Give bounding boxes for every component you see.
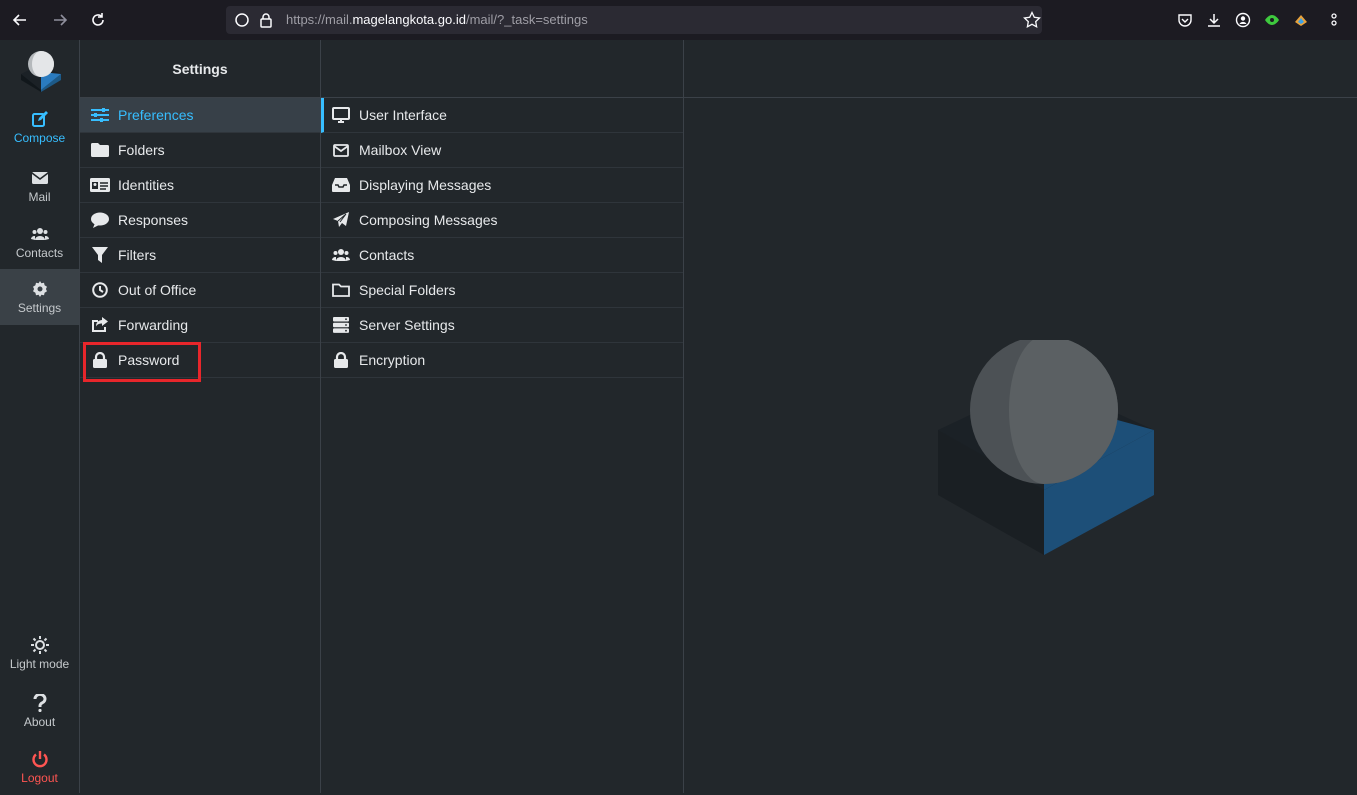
pref-item-label: Composing Messages (359, 212, 498, 228)
about-button[interactable]: About (0, 683, 79, 739)
browser-toolbar: https://mail.magelangkota.go.id/mail/?_t… (0, 0, 1357, 40)
pref-item-displaying-messages[interactable]: Displaying Messages (321, 168, 683, 203)
folder-icon (90, 141, 110, 159)
roundcube-watermark-logo (936, 336, 1156, 560)
menu-item-label: Folders (118, 142, 165, 158)
menu-item-label: Responses (118, 212, 189, 228)
download-icon[interactable] (1204, 10, 1224, 30)
extension-green-icon[interactable] (1262, 10, 1282, 30)
bookmark-star-icon[interactable] (1022, 10, 1042, 30)
pref-item-label: Special Folders (359, 282, 456, 298)
pref-item-server-settings[interactable]: Server Settings (321, 308, 683, 343)
url-text: https://mail.magelangkota.go.id/mail/?_t… (286, 12, 588, 27)
menu-item-label: Identities (118, 177, 175, 193)
about-label: About (23, 715, 56, 729)
address-bar[interactable]: https://mail.magelangkota.go.id/mail/?_t… (226, 6, 1042, 34)
folder-outline-icon (331, 281, 351, 299)
envelope-icon (331, 141, 351, 159)
pref-item-label: User Interface (359, 107, 447, 123)
users-icon (30, 224, 50, 244)
pref-item-composing-messages[interactable]: Composing Messages (321, 203, 683, 238)
menu-item-label: Preferences (118, 107, 194, 123)
pref-item-user-interface[interactable]: User Interface (321, 98, 683, 133)
preferences-header (321, 40, 683, 98)
paper-plane-icon (331, 211, 351, 229)
users-icon (331, 246, 351, 264)
lock-icon (256, 10, 276, 30)
settings-header: Settings (80, 40, 320, 98)
menu-item-label: Password (118, 352, 180, 368)
inbox-icon (331, 176, 351, 194)
reload-icon[interactable] (86, 8, 110, 32)
menu-item-label: Filters (118, 247, 157, 263)
menu-item-label: Forwarding (118, 317, 189, 333)
taskbar: Compose Mail Contacts Settings Light mod (0, 40, 80, 793)
power-icon (30, 749, 50, 769)
account-icon[interactable] (1233, 10, 1253, 30)
menu-item-folders[interactable]: Folders (80, 133, 320, 168)
menu-item-out-of-office[interactable]: Out of Office (80, 273, 320, 308)
server-icon (331, 316, 351, 334)
menu-item-forwarding[interactable]: Forwarding (80, 308, 320, 343)
mail-label: Mail (28, 190, 51, 204)
pref-item-special-folders[interactable]: Special Folders (321, 273, 683, 308)
pref-item-label: Server Settings (359, 317, 455, 333)
pref-item-encryption[interactable]: Encryption (321, 343, 683, 378)
forward-arrow-icon[interactable] (48, 8, 72, 32)
comment-icon (90, 211, 110, 229)
lock-icon (90, 351, 110, 369)
menu-item-password[interactable]: Password (80, 343, 320, 378)
menu-item-preferences[interactable]: Preferences (80, 98, 320, 133)
mail-button[interactable]: Mail (0, 158, 79, 214)
pref-item-label: Displaying Messages (359, 177, 492, 193)
compose-button[interactable]: Compose (0, 99, 79, 155)
menu-item-label: Out of Office (118, 282, 197, 298)
pref-item-label: Mailbox View (359, 142, 442, 158)
roundcube-logo[interactable] (17, 46, 65, 94)
contacts-button[interactable]: Contacts (0, 214, 79, 270)
content-header (684, 40, 1357, 98)
menu-item-responses[interactable]: Responses (80, 203, 320, 238)
roundcube-app: Compose Mail Contacts Settings Light mod (0, 40, 1357, 793)
light-mode-label: Light mode (9, 657, 70, 671)
share-icon (90, 316, 110, 334)
envelope-icon (30, 168, 50, 188)
logout-label: Logout (21, 771, 58, 785)
question-icon (30, 693, 50, 713)
pref-item-mailbox-view[interactable]: Mailbox View (321, 133, 683, 168)
preferences-list: User Interface Mailbox View Displaying M… (321, 40, 684, 793)
compose-label: Compose (13, 131, 66, 145)
settings-sidebar: Settings Preferences Folders Identities … (80, 40, 321, 793)
settings-button[interactable]: Settings (0, 269, 79, 325)
pref-item-label: Contacts (359, 247, 415, 263)
gear-icon (30, 279, 50, 299)
lock-icon (331, 351, 351, 369)
sun-icon (30, 635, 50, 655)
sliders-icon (90, 106, 110, 124)
pref-item-contacts[interactable]: Contacts (321, 238, 683, 273)
extensions-menu-icon[interactable] (1322, 10, 1342, 30)
contacts-label: Contacts (15, 246, 64, 260)
content-frame (684, 40, 1357, 793)
light-mode-button[interactable]: Light mode (0, 625, 79, 681)
pref-item-label: Encryption (359, 352, 426, 368)
pocket-icon[interactable] (1175, 10, 1195, 30)
settings-label: Settings (17, 301, 62, 315)
back-arrow-icon[interactable] (8, 8, 32, 32)
compose-icon (30, 109, 50, 129)
extension-colorful-icon[interactable] (1291, 10, 1311, 30)
shield-icon (232, 10, 252, 30)
clock-icon (90, 281, 110, 299)
menu-item-filters[interactable]: Filters (80, 238, 320, 273)
menu-item-identities[interactable]: Identities (80, 168, 320, 203)
monitor-icon (331, 106, 351, 124)
id-card-icon (90, 176, 110, 194)
filter-icon (90, 246, 110, 264)
logout-button[interactable]: Logout (0, 739, 79, 795)
